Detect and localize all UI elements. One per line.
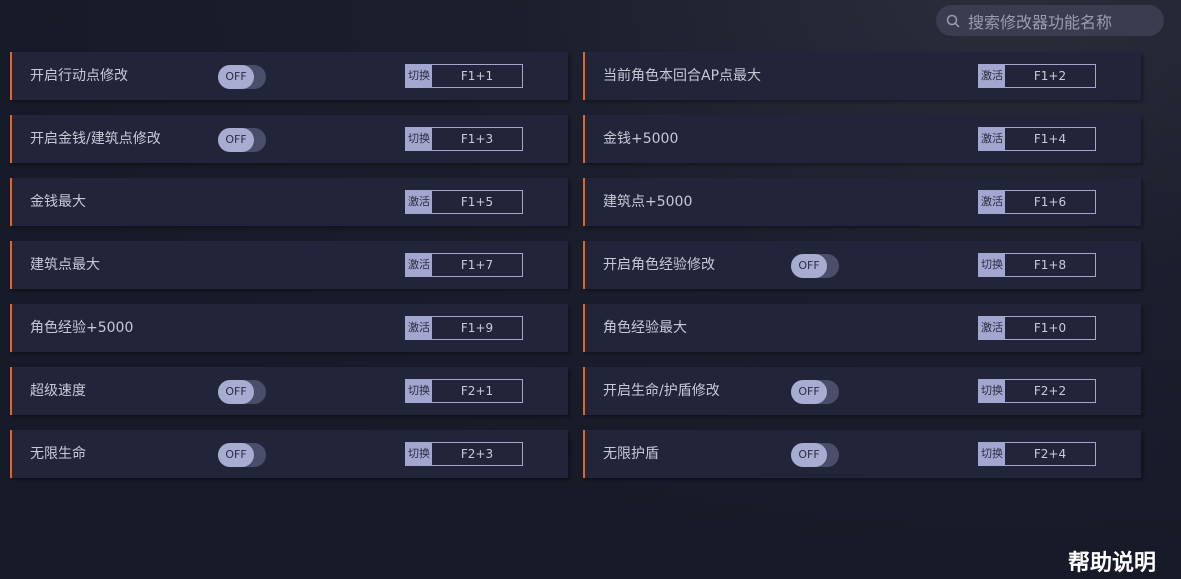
hotkey-field[interactable]: 切换 F2+3 [405,442,523,466]
cheat-row: 金钱最大 激活 F1+5 [10,178,568,226]
cheat-row: 超级速度 OFF 切换 F2+1 [10,367,568,415]
hotkey-keys[interactable]: F1+5 [432,191,522,213]
hotkey-mode: 切换 [406,443,432,465]
toggle-switch[interactable]: OFF [218,65,266,89]
hotkey-field[interactable]: 激活 F1+6 [978,190,1096,214]
help-link[interactable]: 帮助说明 [1068,545,1156,577]
hotkey-mode: 切换 [406,128,432,150]
toggle-switch[interactable]: OFF [218,443,266,467]
hotkey-keys[interactable]: F1+7 [432,254,522,276]
hotkey-mode: 切换 [979,254,1005,276]
hotkey-mode: 激活 [979,65,1005,87]
toggle-switch[interactable]: OFF [791,254,839,278]
cheat-row: 建筑点+5000 激活 F1+6 [583,178,1141,226]
hotkey-field[interactable]: 切换 F1+8 [978,253,1096,277]
hotkey-mode: 切换 [979,443,1005,465]
hotkey-field[interactable]: 切换 F1+3 [405,127,523,151]
cheat-label: 建筑点最大 [30,257,100,273]
hotkey-keys[interactable]: F1+4 [1005,128,1095,150]
search-box[interactable]: 搜索修改器功能名称 [936,5,1164,36]
hotkey-mode: 激活 [979,191,1005,213]
cheat-label: 金钱最大 [30,194,86,210]
toggle-state: OFF [791,254,827,278]
cheat-label: 开启行动点修改 [30,68,128,84]
hotkey-mode: 切换 [406,65,432,87]
toggle-state: OFF [791,443,827,467]
hotkey-keys[interactable]: F1+2 [1005,65,1095,87]
hotkey-keys[interactable]: F1+8 [1005,254,1095,276]
cheat-row: 无限护盾 OFF 切换 F2+4 [583,430,1141,478]
hotkey-field[interactable]: 切换 F2+1 [405,379,523,403]
cheat-label: 无限生命 [30,446,86,462]
search-icon [946,14,960,28]
hotkey-mode: 激活 [406,317,432,339]
hotkey-field[interactable]: 激活 F1+9 [405,316,523,340]
cheat-row: 开启金钱/建筑点修改 OFF 切换 F1+3 [10,115,568,163]
cheat-label: 当前角色本回合AP点最大 [603,68,762,84]
cheat-row: 角色经验+5000 激活 F1+9 [10,304,568,352]
search-input[interactable]: 搜索修改器功能名称 [968,9,1112,33]
hotkey-keys[interactable]: F1+1 [432,65,522,87]
hotkey-keys[interactable]: F1+6 [1005,191,1095,213]
toggle-state: OFF [218,380,254,404]
cheat-label: 金钱+5000 [603,131,679,147]
hotkey-field[interactable]: 激活 F1+2 [978,64,1096,88]
hotkey-field[interactable]: 激活 F1+7 [405,253,523,277]
cheat-label: 无限护盾 [603,446,659,462]
hotkey-keys[interactable]: F1+0 [1005,317,1095,339]
cheat-row: 开启生命/护盾修改 OFF 切换 F2+2 [583,367,1141,415]
hotkey-keys[interactable]: F2+1 [432,380,522,402]
cheat-label: 超级速度 [30,383,86,399]
hotkey-mode: 激活 [979,128,1005,150]
hotkey-field[interactable]: 切换 F1+1 [405,64,523,88]
cheat-row: 建筑点最大 激活 F1+7 [10,241,568,289]
toggle-switch[interactable]: OFF [791,443,839,467]
hotkey-field[interactable]: 切换 F2+4 [978,442,1096,466]
hotkey-keys[interactable]: F2+3 [432,443,522,465]
toggle-switch[interactable]: OFF [791,380,839,404]
hotkey-mode: 激活 [979,317,1005,339]
toggle-state: OFF [791,380,827,404]
cheat-label: 角色经验最大 [603,320,687,336]
cheat-row: 当前角色本回合AP点最大 激活 F1+2 [583,52,1141,100]
hotkey-mode: 切换 [979,380,1005,402]
hotkey-keys[interactable]: F1+3 [432,128,522,150]
cheat-row: 角色经验最大 激活 F1+0 [583,304,1141,352]
cheat-row: 无限生命 OFF 切换 F2+3 [10,430,568,478]
toggle-switch[interactable]: OFF [218,128,266,152]
cheat-row: 金钱+5000 激活 F1+4 [583,115,1141,163]
hotkey-mode: 激活 [406,254,432,276]
hotkey-keys[interactable]: F2+4 [1005,443,1095,465]
hotkey-field[interactable]: 切换 F2+2 [978,379,1096,403]
toggle-state: OFF [218,443,254,467]
trainer-window: 搜索修改器功能名称 开启行动点修改 OFF 切换 F1+1 当前角色本回合AP点最大 激活… [0,0,1181,579]
hotkey-field[interactable]: 激活 F1+4 [978,127,1096,151]
hotkey-keys[interactable]: F2+2 [1005,380,1095,402]
toggle-switch[interactable]: OFF [218,380,266,404]
cheat-label: 角色经验+5000 [30,320,134,336]
cheat-row: 开启行动点修改 OFF 切换 F1+1 [10,52,568,100]
cheat-label: 开启角色经验修改 [603,257,715,273]
hotkey-keys[interactable]: F1+9 [432,317,522,339]
cheat-label: 建筑点+5000 [603,194,693,210]
cheat-label: 开启生命/护盾修改 [603,383,720,399]
toggle-state: OFF [218,128,254,152]
hotkey-field[interactable]: 激活 F1+5 [405,190,523,214]
hotkey-mode: 激活 [406,191,432,213]
hotkey-field[interactable]: 激活 F1+0 [978,316,1096,340]
cheat-row: 开启角色经验修改 OFF 切换 F1+8 [583,241,1141,289]
cheat-label: 开启金钱/建筑点修改 [30,131,161,147]
toggle-state: OFF [218,65,254,89]
hotkey-mode: 切换 [406,380,432,402]
